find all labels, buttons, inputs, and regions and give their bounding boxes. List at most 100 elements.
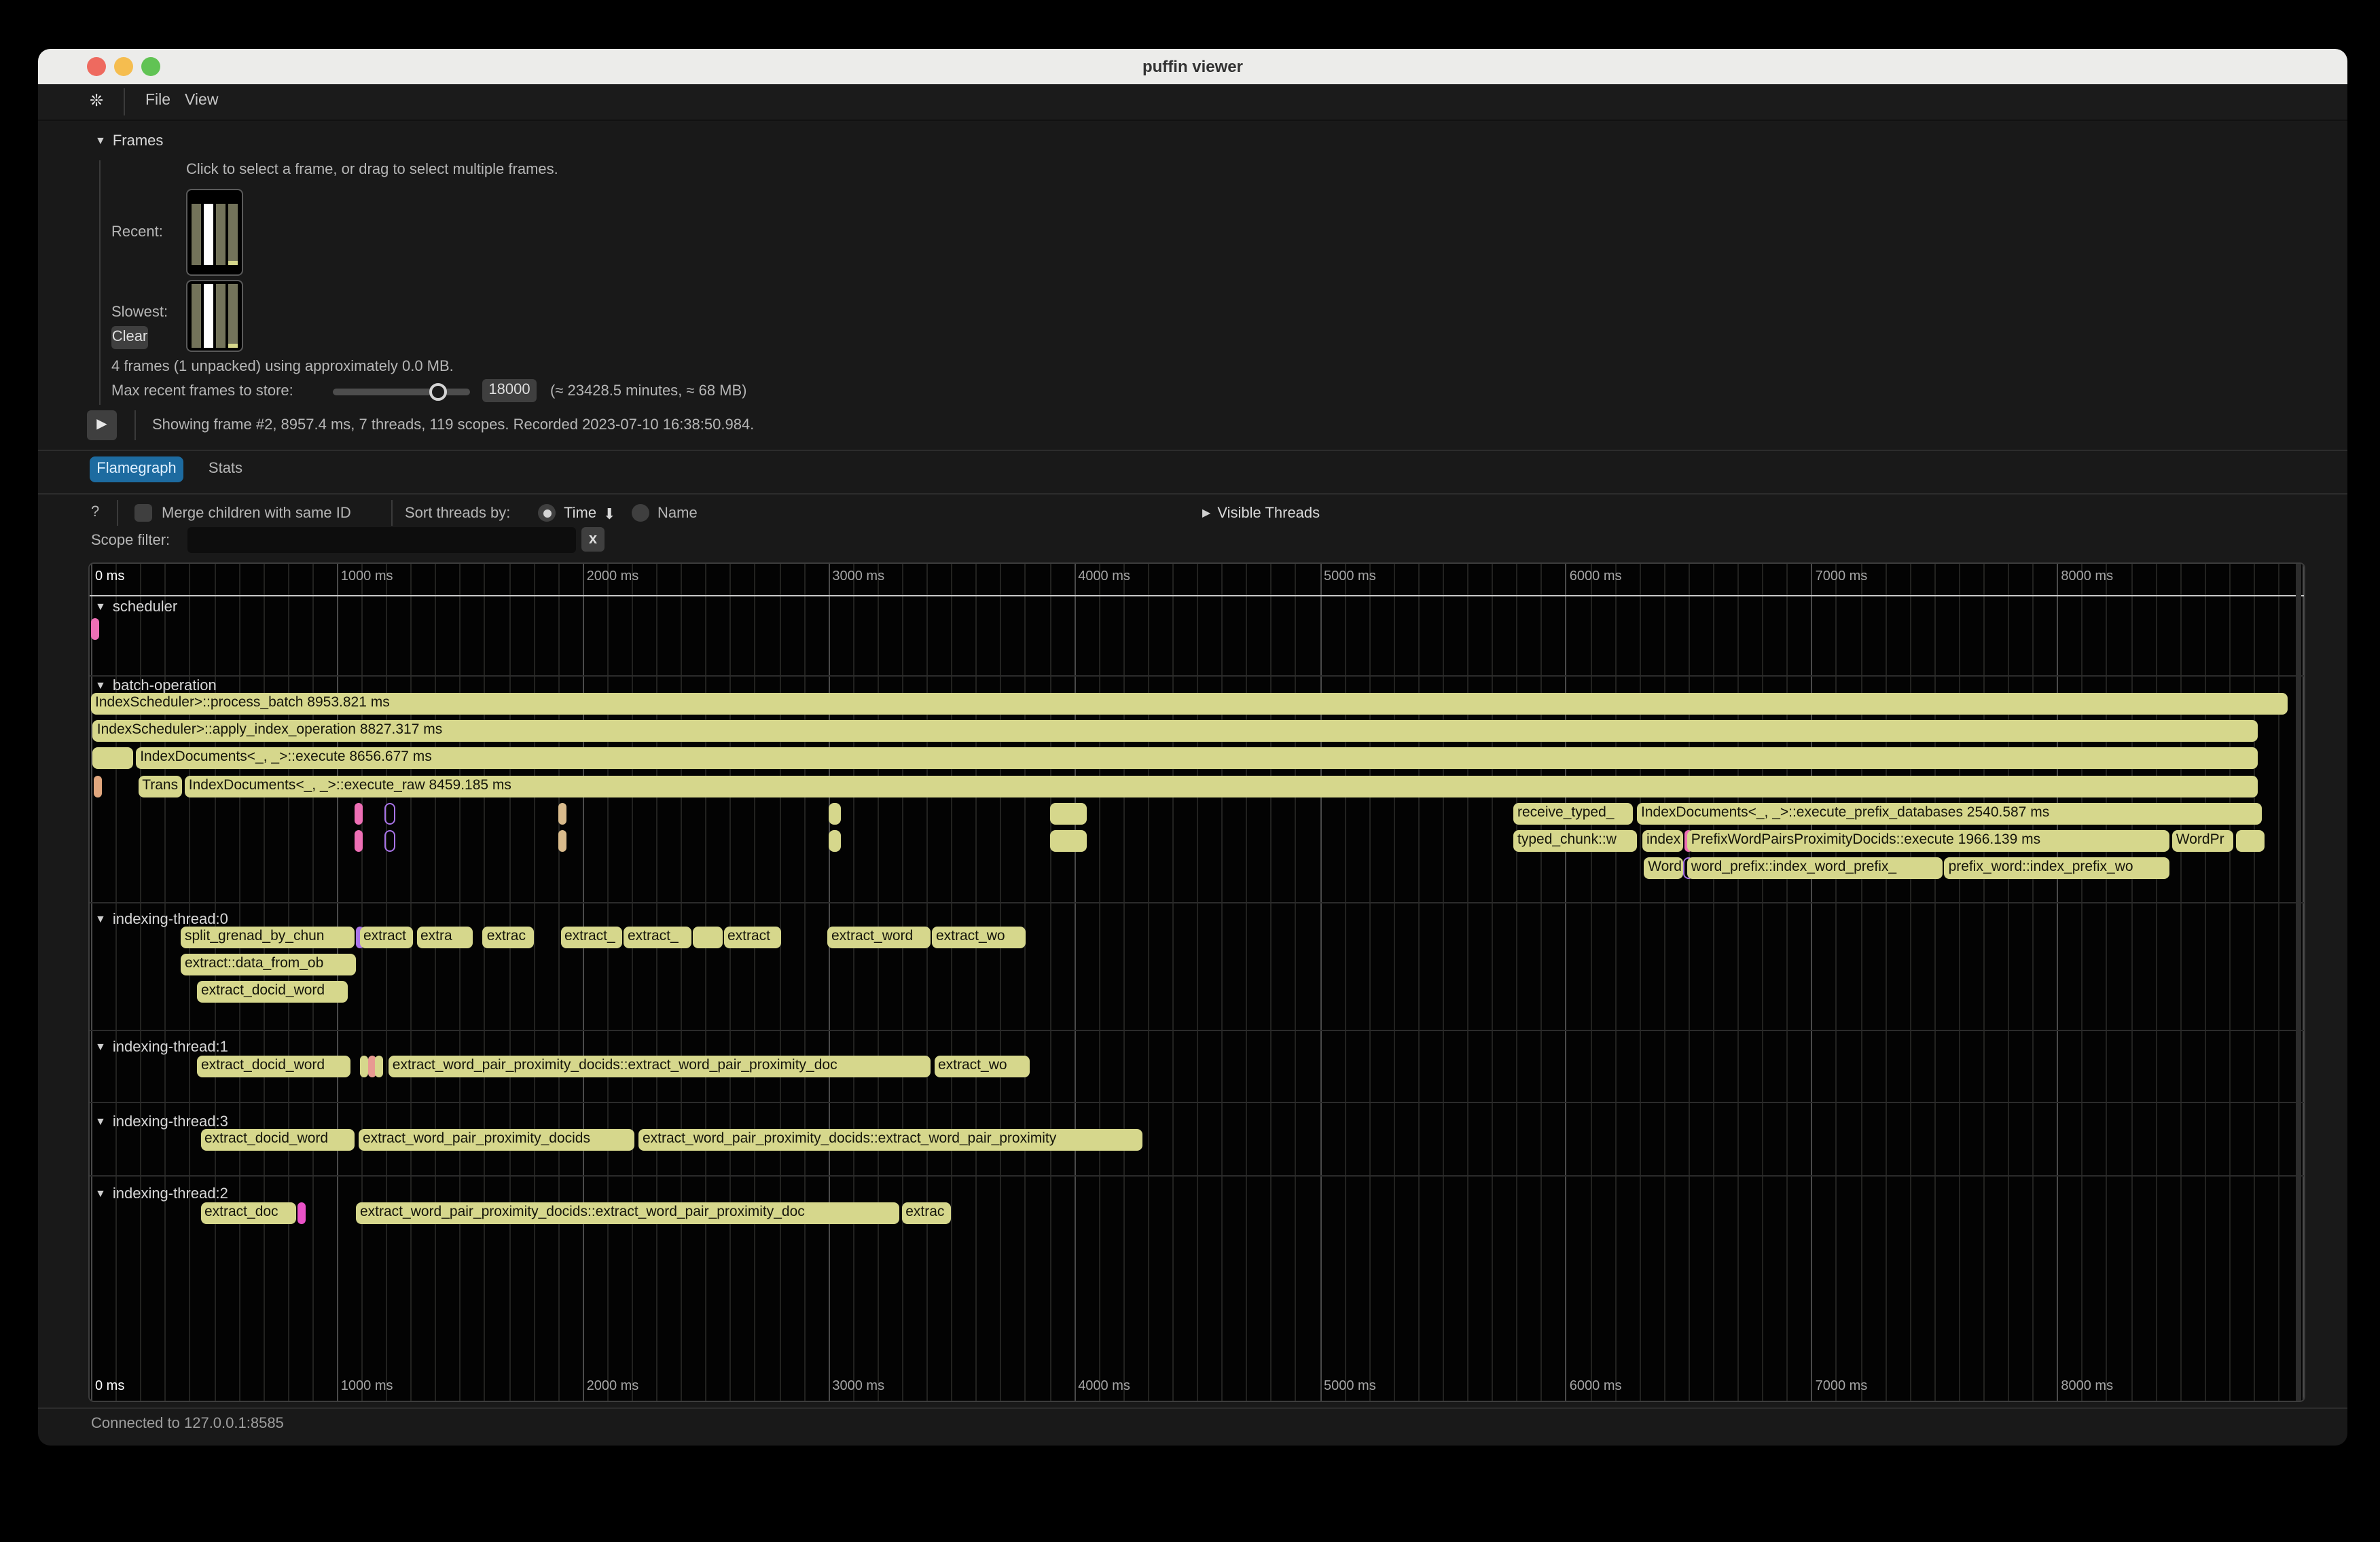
- flame-scope-bar[interactable]: PrefixWordPairsProximityDocids::execute …: [1687, 830, 2169, 852]
- tab-stats[interactable]: Stats: [200, 456, 251, 482]
- flame-scope-bar[interactable]: extract_doc: [200, 1202, 296, 1224]
- flame-scope-bar[interactable]: [375, 1056, 383, 1077]
- menu-view[interactable]: View: [185, 92, 218, 109]
- thread-section-toggle[interactable]: ▼scheduler: [95, 599, 177, 615]
- clear-button[interactable]: Clear: [111, 326, 148, 349]
- flame-scope-bar[interactable]: Word: [1644, 857, 1682, 879]
- help-button[interactable]: ?: [91, 504, 99, 520]
- flame-scope-bar[interactable]: extract_docid_word: [197, 1056, 350, 1077]
- max-frames-value[interactable]: 18000: [482, 379, 537, 402]
- sort-name-radio[interactable]: [632, 504, 649, 522]
- flame-scope-bar[interactable]: IndexDocuments<_, _>::execute 8656.677 m…: [136, 748, 2257, 770]
- flame-scope-bar[interactable]: extrac: [483, 927, 534, 948]
- max-frames-slider-knob[interactable]: [429, 383, 447, 401]
- flame-scope-bar[interactable]: extract_word_pair_proximity_docids::extr…: [638, 1129, 1142, 1151]
- thread-section-toggle[interactable]: ▼indexing-thread:2: [95, 1186, 228, 1202]
- flame-scope-bar[interactable]: split_grenad_by_chun: [181, 927, 355, 948]
- flame-scope-bar[interactable]: WordPr: [2172, 830, 2234, 852]
- flame-scope-bar[interactable]: extract_word_pair_proximity_docids::extr…: [356, 1202, 899, 1224]
- flame-scope-bar[interactable]: [355, 830, 363, 852]
- flame-scope-bar[interactable]: extract::data_from_ob: [181, 954, 356, 975]
- flame-scope-bar[interactable]: extract: [723, 927, 780, 948]
- gridline: [1983, 564, 1985, 1401]
- flame-scope-bar[interactable]: [94, 775, 102, 797]
- menu-file[interactable]: File: [145, 92, 170, 109]
- sort-time-radio[interactable]: [538, 504, 556, 522]
- scope-filter-input[interactable]: [187, 527, 576, 553]
- thread-section-toggle[interactable]: ▼indexing-thread:3: [95, 1114, 228, 1130]
- flame-scope-bar[interactable]: extra: [416, 927, 473, 948]
- flame-scope-bar[interactable]: typed_chunk::w: [1513, 830, 1637, 852]
- gridline: [1271, 564, 1272, 1401]
- flame-scope-bar[interactable]: extract_word_pair_proximity_docids::extr…: [389, 1056, 931, 1077]
- clear-filter-button[interactable]: x: [581, 527, 605, 552]
- tab-flamegraph[interactable]: Flamegraph: [90, 456, 183, 482]
- gridline: [902, 564, 903, 1401]
- frame-bar[interactable]: [192, 284, 201, 348]
- gridline: [1074, 564, 1075, 1401]
- gridline: [1197, 564, 1198, 1401]
- flame-scope-bar[interactable]: IndexDocuments<_, _>::execute_raw 8459.1…: [185, 775, 2258, 797]
- merge-children-checkbox[interactable]: [134, 504, 152, 522]
- flame-scope-bar[interactable]: extract_docid_word: [197, 982, 348, 1003]
- flame-scope-bar[interactable]: [558, 803, 566, 825]
- flame-scope-bar[interactable]: [91, 618, 99, 640]
- section-separator: [90, 1030, 2304, 1031]
- time-tick-label: 7000 ms: [1816, 569, 1868, 584]
- flame-scope-bar[interactable]: [2236, 830, 2265, 852]
- frame-bar[interactable]: [228, 204, 238, 265]
- frame-bar[interactable]: [216, 284, 226, 348]
- thread-section-toggle[interactable]: ▼indexing-thread:1: [95, 1039, 228, 1056]
- flame-scope-bar[interactable]: [829, 803, 840, 825]
- flame-scope-bar[interactable]: [692, 927, 722, 948]
- frame-bar[interactable]: [228, 284, 238, 348]
- flame-scope-bar[interactable]: index: [1642, 830, 1683, 852]
- flame-scope-bar[interactable]: [298, 1202, 306, 1224]
- flame-scope-bar[interactable]: [355, 803, 363, 825]
- slowest-frames-thumbnail[interactable]: [186, 280, 243, 352]
- flame-scope-bar[interactable]: extract_: [624, 927, 691, 948]
- flame-scope-bar[interactable]: [1050, 803, 1087, 825]
- flame-scope-bar[interactable]: extrac: [901, 1202, 950, 1224]
- flame-scope-bar[interactable]: receive_typed_: [1513, 803, 1632, 825]
- app-icon[interactable]: ❊: [90, 91, 103, 110]
- flame-scope-bar[interactable]: extract: [359, 927, 413, 948]
- flame-scope-bar[interactable]: [384, 803, 395, 825]
- flame-scope-bar[interactable]: extract_docid_word: [200, 1129, 355, 1151]
- visible-threads-toggle[interactable]: ▶Visible Threads: [1202, 505, 1320, 522]
- play-button[interactable]: ▶: [87, 410, 117, 440]
- flame-scope-bar[interactable]: [92, 748, 132, 770]
- collapse-open-icon: ▼: [95, 1187, 106, 1200]
- flame-scope-bar[interactable]: IndexScheduler>::process_batch 8953.821 …: [91, 693, 2288, 715]
- flame-scope-bar[interactable]: word_prefix::index_word_prefix_: [1687, 857, 1943, 879]
- flame-scope-bar[interactable]: prefix_word::index_prefix_wo: [1945, 857, 2169, 879]
- flame-scope-bar[interactable]: [384, 830, 395, 852]
- titlebar[interactable]: puffin viewer: [38, 49, 2347, 84]
- flame-scope-bar[interactable]: extract_wo: [934, 1056, 1029, 1077]
- sort-direction-icon[interactable]: ⬇: [603, 505, 615, 523]
- gridline: [1049, 564, 1051, 1401]
- flame-scope-bar[interactable]: Trans: [138, 775, 183, 797]
- flamegraph-canvas[interactable]: 0 ms0 ms1000 ms1000 ms2000 ms2000 ms3000…: [88, 562, 2305, 1402]
- recent-frames-thumbnail[interactable]: [186, 189, 243, 276]
- gridline: [2131, 564, 2132, 1401]
- frames-section-toggle[interactable]: ▼Frames: [95, 133, 163, 149]
- flame-scope-bar[interactable]: extract_word_pair_proximity_docids: [359, 1129, 634, 1151]
- flame-scope-bar[interactable]: [359, 1056, 367, 1077]
- flame-scope-bar[interactable]: [1050, 830, 1087, 852]
- frame-bar[interactable]: [216, 204, 226, 265]
- scrollbar[interactable]: [2296, 564, 2301, 1401]
- frame-bar[interactable]: [192, 204, 201, 265]
- flame-scope-bar[interactable]: extract_wo: [932, 927, 1026, 948]
- flame-scope-bar[interactable]: IndexScheduler>::apply_index_operation 8…: [93, 720, 2258, 742]
- flame-scope-bar[interactable]: extract_: [560, 927, 622, 948]
- flame-scope-bar[interactable]: [558, 830, 566, 852]
- flame-scope-bar[interactable]: [829, 830, 840, 852]
- frame-bar[interactable]: [204, 284, 213, 348]
- thread-section-toggle[interactable]: ▼batch-operation: [95, 678, 217, 694]
- flame-scope-bar[interactable]: extract_word: [827, 927, 930, 948]
- thread-section-toggle[interactable]: ▼indexing-thread:0: [95, 912, 228, 928]
- flame-scope-bar[interactable]: IndexDocuments<_, _>::execute_prefix_dat…: [1637, 803, 2262, 825]
- frame-bar[interactable]: [204, 204, 213, 265]
- max-frames-slider[interactable]: [333, 389, 470, 395]
